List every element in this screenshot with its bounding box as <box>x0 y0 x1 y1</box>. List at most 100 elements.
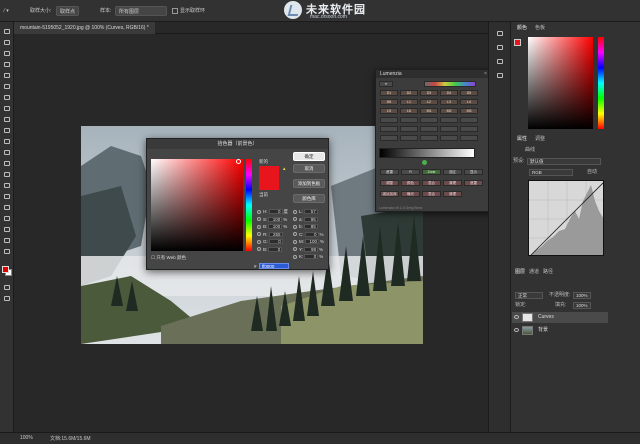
opacity-input[interactable]: 100% <box>573 292 591 299</box>
zone-button[interactable]: L1 <box>400 99 418 105</box>
lumenzia-action-button[interactable]: 调整 <box>380 180 399 186</box>
color-value-row-alt[interactable]: M: 100% <box>293 239 324 245</box>
lumenzia-action-button[interactable]: 遮罩 <box>464 180 483 186</box>
layer-row[interactable]: 背景 <box>512 325 608 336</box>
color-value-input[interactable]: 0 <box>304 254 319 260</box>
zone-button[interactable]: D3 <box>420 90 438 96</box>
color-field[interactable] <box>151 159 243 251</box>
curves-graph[interactable] <box>528 180 604 256</box>
ok-button[interactable]: 确定 <box>293 152 325 161</box>
zone-button[interactable]: D2 <box>400 90 418 96</box>
zone-option-button[interactable] <box>440 135 458 141</box>
color-mode-radio[interactable] <box>293 224 297 229</box>
zone-option-button[interactable] <box>460 135 478 141</box>
lumenzia-action-button[interactable]: R <box>401 169 420 175</box>
pen-tool-icon[interactable] <box>3 182 11 189</box>
zone-option-button[interactable] <box>400 117 418 123</box>
lumenzia-action-button[interactable]: 清理 <box>443 180 462 186</box>
color-field-cursor[interactable] <box>236 159 241 164</box>
color-value-input[interactable]: 57 <box>303 209 318 215</box>
color-mode-radio[interactable] <box>257 239 261 244</box>
color-value-input[interactable]: 98 <box>304 246 319 252</box>
crop-tool-icon[interactable] <box>3 72 11 79</box>
color-mode-radio[interactable] <box>293 254 297 259</box>
panel-close-icon[interactable]: × <box>484 71 487 77</box>
color-mode-radio[interactable] <box>257 247 261 252</box>
lumenzia-action-button[interactable]: 清理 <box>443 191 462 197</box>
color-value-input[interactable]: 100 <box>305 239 319 245</box>
quick-mask-icon[interactable] <box>3 284 11 291</box>
zone-button[interactable]: D5 <box>460 90 478 96</box>
color-mode-radio[interactable] <box>293 217 297 222</box>
zone-option-button[interactable] <box>420 135 438 141</box>
color-mode-radio[interactable] <box>257 224 261 229</box>
tab-properties[interactable]: 属性 <box>517 135 527 144</box>
color-value-row-alt[interactable]: K: 0% <box>293 254 323 260</box>
zone-button[interactable]: L3 <box>440 99 458 105</box>
lumenzia-mode-select[interactable]: ▾ <box>379 81 393 87</box>
zone-button[interactable]: M2 <box>440 108 458 114</box>
lumenzia-action-button[interactable]: 曝光 <box>401 191 420 197</box>
lumenzia-action-button[interactable]: Zone <box>422 169 441 175</box>
zone-button[interactable]: M3 <box>460 108 478 114</box>
lumenzia-action-button[interactable]: 选区 <box>443 169 462 175</box>
zone-button[interactable]: L5 <box>380 108 398 114</box>
history-brush-icon[interactable] <box>3 127 11 134</box>
color-value-row[interactable]: B: 0 <box>257 247 283 253</box>
zone-option-button[interactable] <box>440 117 458 123</box>
current-color-swatch[interactable] <box>259 178 279 190</box>
history-panel-icon[interactable] <box>496 30 504 37</box>
foreground-color-swatch[interactable] <box>2 266 9 273</box>
color-value-row-alt[interactable]: Y: 98% <box>293 247 323 253</box>
document-tab[interactable]: mountain-5195052_1920.jpg @ 100% (Curves… <box>14 22 155 34</box>
hand-tool-icon[interactable] <box>3 226 11 233</box>
visibility-eye-icon[interactable] <box>514 315 519 319</box>
color-value-row[interactable]: B: 100% <box>257 224 287 230</box>
dodge-tool-icon[interactable] <box>3 171 11 178</box>
tab-swatches[interactable]: 色板 <box>535 24 545 33</box>
path-select-icon[interactable] <box>3 204 11 211</box>
sample-size-select[interactable]: 取样点 <box>56 6 80 16</box>
visibility-eye-icon[interactable] <box>514 328 519 332</box>
color-mode-radio[interactable] <box>293 232 297 237</box>
color-value-input[interactable]: 255 <box>268 231 283 237</box>
lumenzia-color-strip[interactable] <box>424 81 476 87</box>
add-to-swatches-button[interactable]: 添加到色板 <box>293 179 325 188</box>
rectangle-tool-icon[interactable] <box>3 215 11 222</box>
color-panel-field[interactable] <box>528 37 593 129</box>
zone-button[interactable]: D6 <box>380 99 398 105</box>
zone-button[interactable]: M1 <box>420 108 438 114</box>
color-value-row-alt[interactable]: C: 0% <box>293 232 324 238</box>
type-tool-icon[interactable] <box>3 193 11 200</box>
color-value-input[interactable]: 0 <box>268 239 283 245</box>
lumenzia-panel-icon[interactable] <box>496 72 504 79</box>
color-panel-hue[interactable] <box>598 37 604 129</box>
color-value-row[interactable]: R: 255 <box>257 232 284 238</box>
zone-option-button[interactable] <box>460 126 478 132</box>
zone-option-button[interactable] <box>380 126 398 132</box>
move-tool-icon[interactable] <box>3 28 11 35</box>
sample-select[interactable]: 所有图层 <box>115 6 167 16</box>
zone-option-button[interactable] <box>400 135 418 141</box>
eraser-tool-icon[interactable] <box>3 138 11 145</box>
color-value-input[interactable]: 85 <box>303 224 318 230</box>
lumenzia-action-button[interactable]: 显示 <box>464 169 483 175</box>
color-mode-radio[interactable] <box>257 232 261 237</box>
clone-stamp-icon[interactable] <box>3 116 11 123</box>
brush-tool-icon[interactable] <box>3 105 11 112</box>
character-panel-icon[interactable] <box>496 58 504 65</box>
zone-option-button[interactable] <box>440 126 458 132</box>
color-mode-radio[interactable] <box>293 209 297 214</box>
zone-option-button[interactable] <box>460 117 478 123</box>
lumenzia-action-button[interactable]: 遮罩 <box>380 169 399 175</box>
color-value-input[interactable]: 0 <box>304 231 319 237</box>
lumenzia-action-button[interactable]: 减淡加深 <box>380 191 399 197</box>
color-value-row-alt[interactable]: b: 85 <box>293 224 319 230</box>
cancel-button[interactable]: 取消 <box>293 164 325 173</box>
channel-select[interactable]: RGB <box>529 169 573 176</box>
tab-adjustments[interactable]: 调整 <box>535 135 545 144</box>
zone-option-button[interactable] <box>380 117 398 123</box>
document-info[interactable]: 文档:15.6M/15.6M <box>50 435 91 442</box>
gamut-warning-icon[interactable]: ▲ <box>282 166 286 171</box>
zoom-level[interactable]: 100% <box>20 435 33 441</box>
